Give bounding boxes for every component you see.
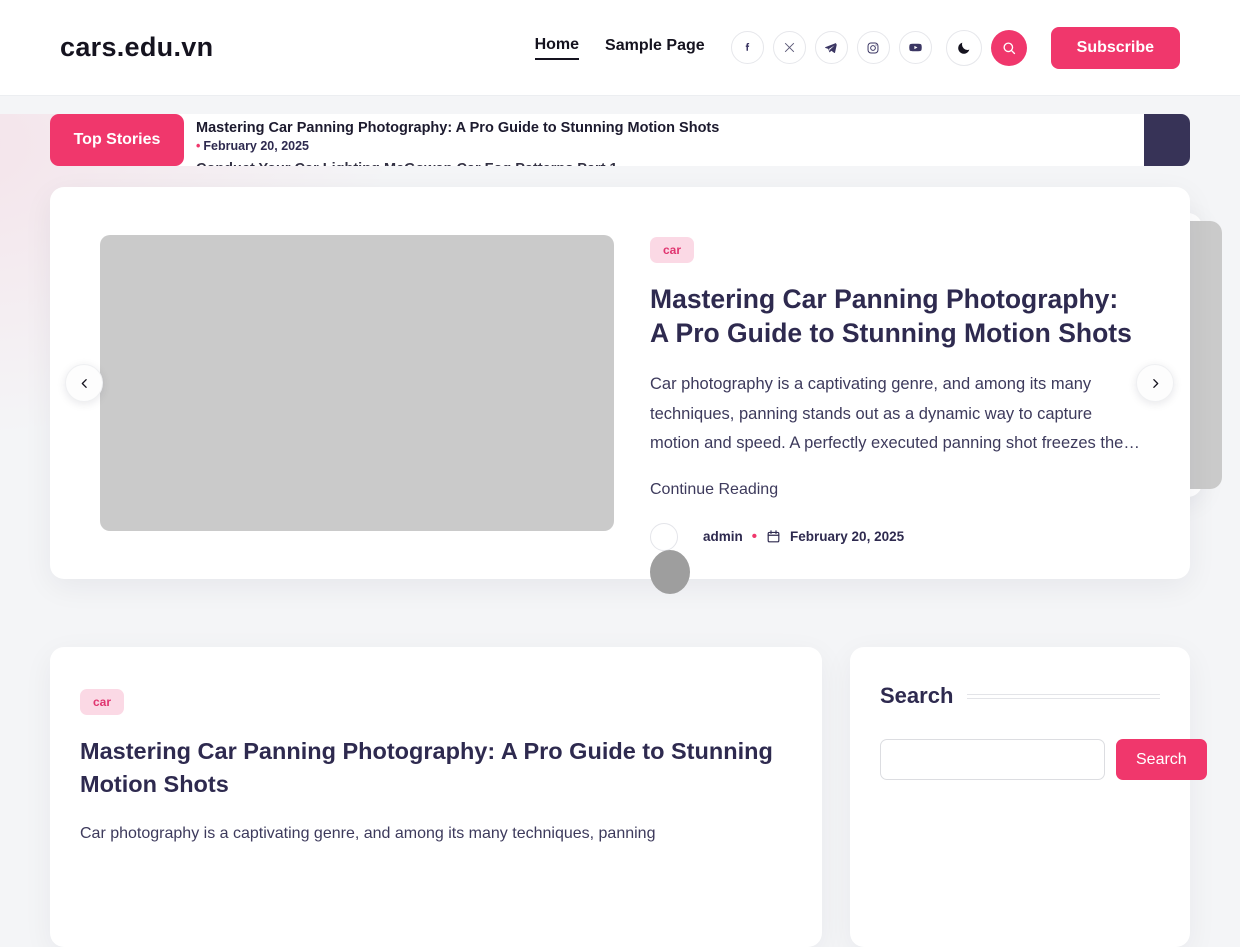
- post-card: car Mastering Car Panning Photography: A…: [50, 647, 822, 947]
- hero-title[interactable]: Mastering Car Panning Photography: A Pro…: [650, 283, 1140, 350]
- top-stories-ticker: Top Stories Mastering Car Panning Photog…: [50, 114, 1190, 166]
- social-links: [730, 31, 932, 64]
- author-avatar: [650, 522, 678, 551]
- youtube-link[interactable]: [898, 31, 932, 64]
- broken-image-placeholder: [650, 550, 690, 594]
- post-excerpt: Car photography is a captivating genre, …: [80, 824, 656, 842]
- carousel-prev-button[interactable]: [65, 364, 103, 402]
- search-widget-header: Search: [880, 683, 1160, 709]
- ticker-item-date: • February 20, 2025: [196, 139, 1144, 155]
- main-navigation: Home Sample Page: [534, 36, 705, 60]
- youtube-icon: [908, 43, 922, 52]
- publish-date: February 20, 2025: [790, 529, 905, 545]
- instagram-icon: [867, 42, 879, 53]
- hero-featured-image[interactable]: [100, 235, 614, 531]
- nav-link-sample-page[interactable]: Sample Page: [605, 37, 705, 59]
- content-grid: car Mastering Car Panning Photography: A…: [50, 647, 1207, 947]
- site-header: cars.edu.vn Home Sample Page Subscribe: [0, 0, 1240, 96]
- x-twitter-icon: [784, 42, 794, 53]
- widget-divider: [967, 693, 1160, 699]
- calendar-icon: [767, 530, 780, 543]
- separator-dot-icon: •: [751, 528, 758, 546]
- carousel-next-button[interactable]: [1136, 364, 1174, 402]
- page-body: Top Stories Mastering Car Panning Photog…: [0, 114, 1240, 947]
- instagram-link[interactable]: [856, 31, 890, 64]
- ticker-item-title: Mastering Car Panning Photography: A Pro…: [196, 120, 720, 136]
- nav-link-home[interactable]: Home: [534, 36, 580, 60]
- hero-meta: admin • February 20, 2025: [650, 522, 1140, 551]
- sidebar: Search Search: [850, 647, 1207, 947]
- search-input[interactable]: [880, 739, 1105, 780]
- bullet-icon: •: [196, 139, 201, 154]
- header-search-button[interactable]: [990, 29, 1027, 66]
- search-icon: [1003, 41, 1015, 54]
- search-form: Search: [880, 739, 1207, 780]
- search-widget-title: Search: [880, 683, 954, 708]
- telegram-icon: [825, 42, 837, 53]
- post-category-badge[interactable]: car: [80, 689, 125, 715]
- chevron-right-icon: [1152, 378, 1158, 388]
- ticker-item[interactable]: Mastering Car Panning Photography: A Pro…: [196, 114, 1144, 155]
- facebook-link[interactable]: [730, 31, 764, 64]
- telegram-link[interactable]: [814, 31, 848, 64]
- header-right-cluster: Home Sample Page Subscribe: [534, 26, 1180, 69]
- ticker-date-text: February 20, 2025: [203, 139, 310, 154]
- ticker-track: Mastering Car Panning Photography: A Pro…: [174, 114, 1144, 166]
- post-title[interactable]: Mastering Car Panning Photography: A Pro…: [80, 735, 792, 802]
- hero-excerpt: Car photography is a captivating genre, …: [650, 375, 1140, 453]
- search-submit-button[interactable]: Search: [1116, 739, 1207, 780]
- continue-reading-link[interactable]: Continue Reading: [650, 481, 778, 499]
- hero-content: car Mastering Car Panning Photography: A…: [650, 235, 1140, 551]
- ticker-item-title: Conduct Your Car Lighting McGowan Car Fo…: [196, 160, 1144, 166]
- hero-slide: car Mastering Car Panning Photography: A…: [50, 187, 1190, 579]
- author-name[interactable]: admin: [703, 529, 743, 544]
- subscribe-button[interactable]: Subscribe: [1050, 26, 1180, 69]
- x-twitter-link[interactable]: [772, 31, 806, 64]
- hero-carousel: car Mastering Car Panning Photography: A…: [50, 187, 1222, 594]
- moon-icon: [957, 42, 969, 54]
- chevron-left-icon: [81, 378, 87, 388]
- ticker-item[interactable]: Conduct Your Car Lighting McGowan Car Fo…: [196, 155, 1144, 166]
- site-brand[interactable]: cars.edu.vn: [60, 32, 213, 63]
- ticker-nav-controls[interactable]: [1144, 114, 1190, 166]
- dark-mode-toggle-button[interactable]: [945, 29, 982, 66]
- hero-category-badge[interactable]: car: [650, 237, 695, 263]
- top-stories-label[interactable]: Top Stories: [50, 114, 184, 166]
- facebook-icon: [745, 42, 749, 51]
